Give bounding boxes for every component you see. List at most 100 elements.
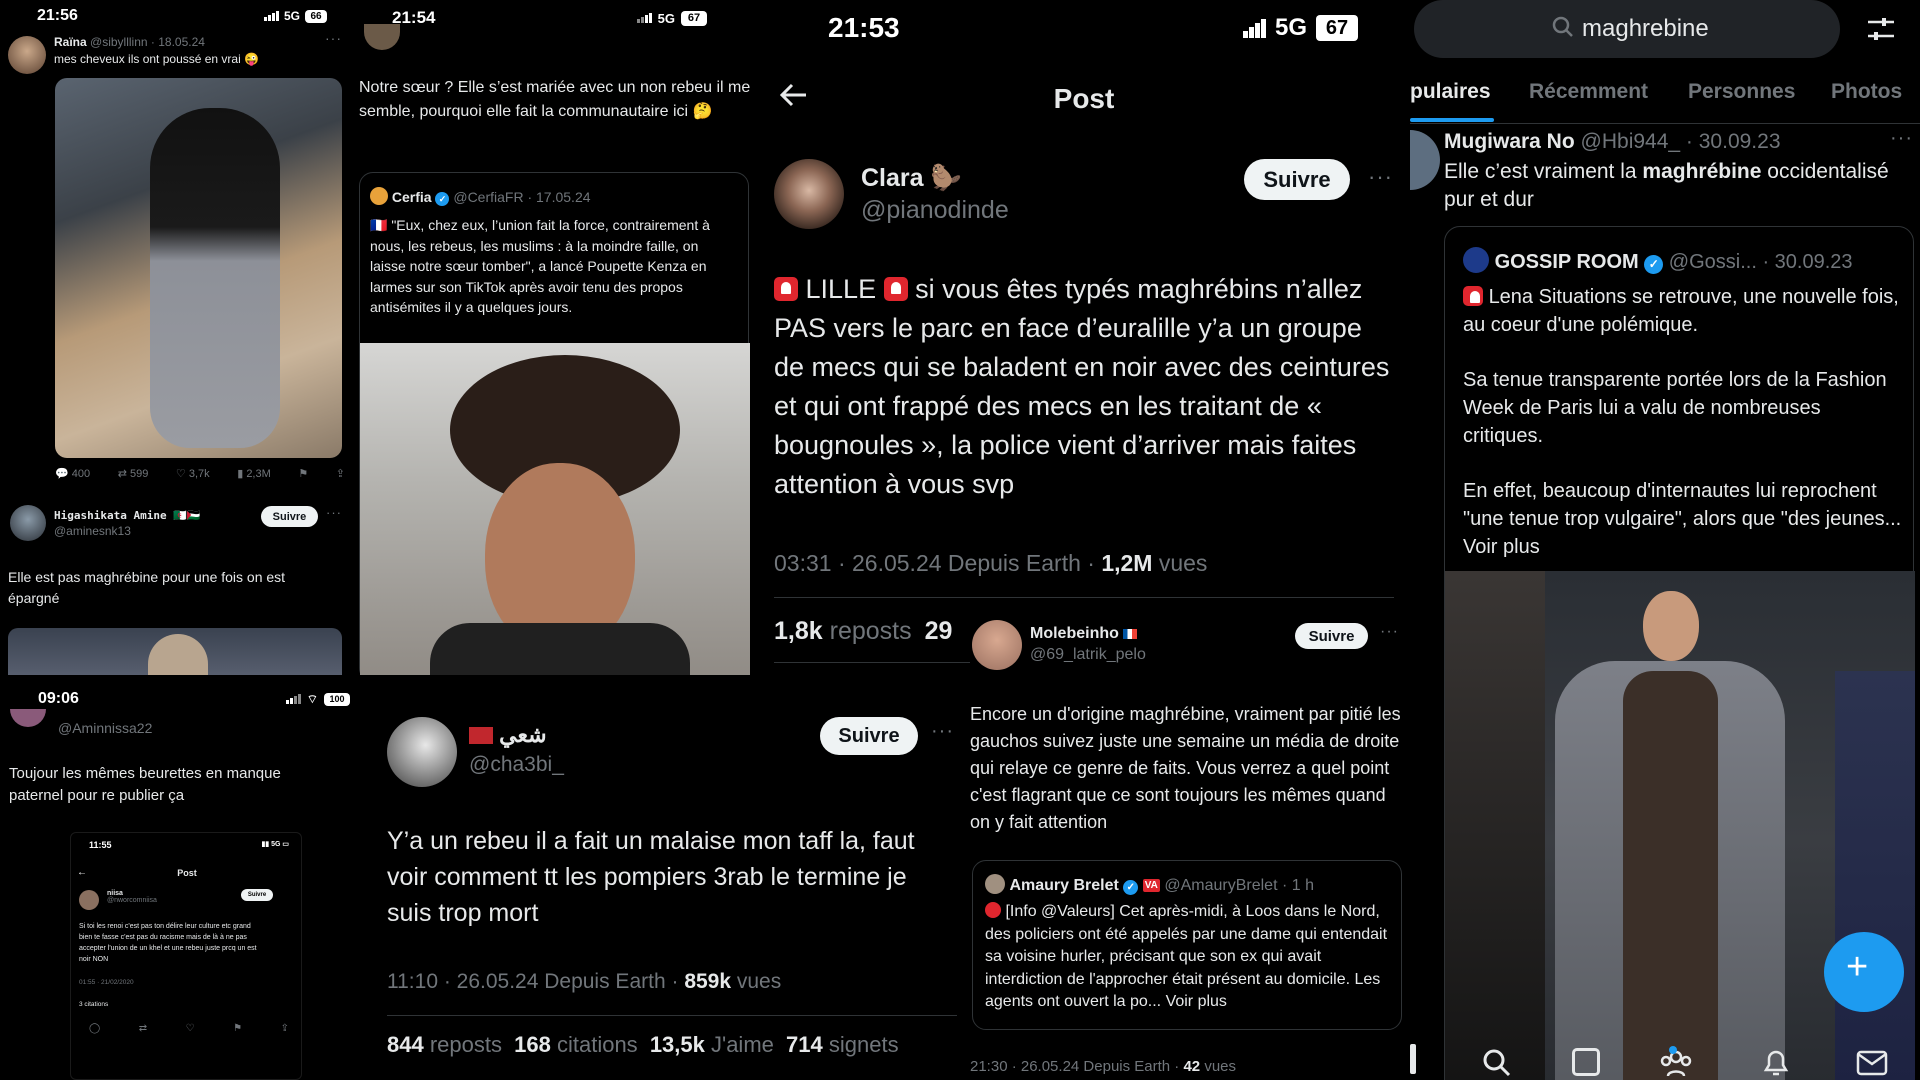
home-icon[interactable]	[1410, 1044, 1416, 1074]
photo-dress	[1623, 671, 1718, 1080]
red-circle-icon	[985, 902, 1001, 918]
compose-icon: +	[1846, 946, 1869, 988]
quote-user-handle[interactable]: @Gossi...	[1669, 251, 1757, 273]
quote-user-name[interactable]: Cerfia	[392, 189, 432, 205]
likes-count[interactable]: 13,5k	[650, 1032, 705, 1057]
reply-user-handle[interactable]: @aminesnk13	[54, 524, 201, 538]
more-icon[interactable]: ···	[1380, 623, 1399, 641]
reply-avatar[interactable]	[10, 505, 46, 541]
messages-icon[interactable]	[1856, 1050, 1888, 1080]
user-handle[interactable]: @Hbi944_	[1581, 130, 1681, 153]
embedded-citations: 3 citations	[79, 1001, 109, 1008]
notifications-icon[interactable]	[1762, 1048, 1790, 1080]
status-time: 21:53	[828, 12, 900, 43]
quoted-tweet[interactable]: Cerfia ✓ @CerfiaFR · 17.05.24 🇫🇷 "Eux, c…	[359, 172, 750, 675]
user-handle[interactable]: @Aminnissa22	[58, 720, 152, 736]
user-name[interactable]: شعي	[499, 722, 546, 747]
embedded-battery-icon: ▮▮ 5G ▭	[261, 841, 289, 848]
reposts-count[interactable]: 844	[387, 1032, 424, 1057]
quote-video[interactable]	[360, 343, 750, 675]
gossip-logo-icon	[1463, 247, 1489, 273]
search-icon[interactable]	[1482, 1048, 1512, 1080]
avatar[interactable]	[364, 24, 400, 50]
avatar[interactable]	[8, 36, 46, 74]
avatar[interactable]	[972, 620, 1022, 670]
quoted-tweet[interactable]: Amaury Brelet ✓ VA @AmauryBrelet · 1 h […	[972, 860, 1402, 1030]
more-icon[interactable]: ···	[325, 30, 342, 46]
tweet-image[interactable]	[55, 78, 342, 458]
status-bar: 21:56 5G 66	[37, 7, 327, 25]
france-flag-icon	[1123, 628, 1138, 639]
more-icon[interactable]: ···	[326, 505, 342, 520]
user-handle[interactable]: @69_latrik_pelo	[1030, 646, 1146, 664]
siren-icon	[1463, 286, 1483, 306]
avatar[interactable]	[10, 709, 46, 727]
tab-recent[interactable]: Récemment	[1529, 80, 1648, 104]
user-handle[interactable]: @cha3bi_	[469, 753, 564, 777]
bookmarks-count[interactable]: 714	[786, 1032, 823, 1057]
quote-user-handle[interactable]: @CerfiaFR	[453, 189, 523, 205]
avatar[interactable]	[774, 159, 844, 229]
avatar[interactable]	[387, 717, 457, 787]
post-stats: 1,8k reposts 29	[774, 617, 952, 646]
like-button[interactable]: ♡ 3,7k	[176, 467, 210, 480]
reply-user-name[interactable]: Higashikata Amine 🇩🇿🇵🇸	[54, 509, 201, 522]
follow-button[interactable]: Suivre	[1244, 159, 1350, 200]
tweet-text: mes cheveux ils ont poussé en vrai 😜	[54, 52, 260, 66]
follow-button[interactable]: Suivre	[1295, 623, 1368, 649]
reply-image[interactable]	[8, 628, 342, 675]
user-name[interactable]: Clara 🦫	[861, 164, 962, 193]
quote-user-name[interactable]: Amaury Brelet	[1009, 877, 1118, 894]
repost-icon: ⇄	[117, 468, 127, 480]
morocco-flag-icon	[469, 727, 493, 744]
reply-text: Elle est pas maghrébine pour une fois on…	[8, 569, 286, 606]
signal-icon	[636, 13, 652, 23]
divider	[774, 597, 1394, 598]
compose-button[interactable]: +	[1824, 932, 1904, 1012]
share-icon[interactable]: ⇪	[336, 467, 345, 480]
embedded-date: 01:55 · 21/02/2020	[79, 979, 134, 986]
quote-user-name[interactable]: GOSSIP ROOM	[1495, 251, 1639, 273]
reposts-count[interactable]: 1,8k	[774, 617, 823, 645]
siren-icon	[774, 277, 798, 301]
tab-popular[interactable]: pulaires	[1410, 80, 1491, 104]
citations-count[interactable]: 168	[514, 1032, 551, 1057]
page-title: Post	[1053, 83, 1115, 114]
follow-button[interactable]: Suivre	[261, 506, 318, 527]
follow-button[interactable]: Suivre	[820, 717, 918, 755]
compose-nav-icon[interactable]	[1572, 1048, 1600, 1076]
quote-user-handle[interactable]: @AmauryBrelet	[1164, 877, 1277, 894]
repost-button[interactable]: ⇄ 599	[118, 467, 149, 480]
tab-photos[interactable]: Photos	[1831, 80, 1902, 104]
tweet-views-label: vues	[736, 970, 782, 993]
siren-icon	[883, 277, 908, 301]
reposts-label: reposts	[429, 1032, 502, 1057]
bookmark-icon[interactable]: ⚑	[298, 467, 308, 480]
valeurs-badge: VA	[1142, 879, 1160, 892]
quote-header: Cerfia ✓ @CerfiaFR · 17.05.24	[370, 187, 591, 206]
quote-date: · 1 h	[1281, 877, 1314, 894]
embedded-screenshot[interactable]: 11:55 ▮▮ 5G ▭ ← Post niisa @nworcomniisa…	[70, 832, 302, 1080]
user-handle[interactable]: @pianodinde	[861, 196, 1009, 225]
more-icon[interactable]: ···	[1368, 164, 1393, 190]
more-icon[interactable]: ···	[931, 720, 954, 743]
avatar[interactable]	[1410, 130, 1440, 190]
battery-icon: 67	[1316, 15, 1358, 41]
panel-tweet-aminnissa: 09:06 ⌔ 100 @Aminnissa22 Toujour les mêm…	[0, 675, 373, 1080]
more-icon[interactable]: ···	[1890, 127, 1913, 150]
photo-face	[1643, 591, 1699, 661]
filter-icon[interactable]	[1866, 16, 1896, 47]
communities-icon[interactable]	[1660, 1048, 1692, 1080]
views-button[interactable]: ▮ 2,3M	[237, 467, 271, 480]
user-name[interactable]: Mugiwara No	[1444, 130, 1575, 153]
search-input[interactable]: maghrebine	[1582, 15, 1709, 43]
search-bar[interactable]: maghrebine	[1414, 0, 1840, 58]
tweet-text-start: Elle c’est vraiment la	[1444, 160, 1643, 183]
user-name[interactable]: Molebeinho	[1030, 625, 1119, 642]
tweet-views-count: 859k	[684, 970, 732, 993]
reply-button[interactable]: 💬 400	[55, 467, 90, 480]
tab-people[interactable]: Personnes	[1688, 80, 1795, 104]
user-name[interactable]: Raïna	[54, 35, 87, 49]
search-icon	[1552, 16, 1574, 43]
user-handle[interactable]: @sibylllinn	[90, 35, 148, 49]
